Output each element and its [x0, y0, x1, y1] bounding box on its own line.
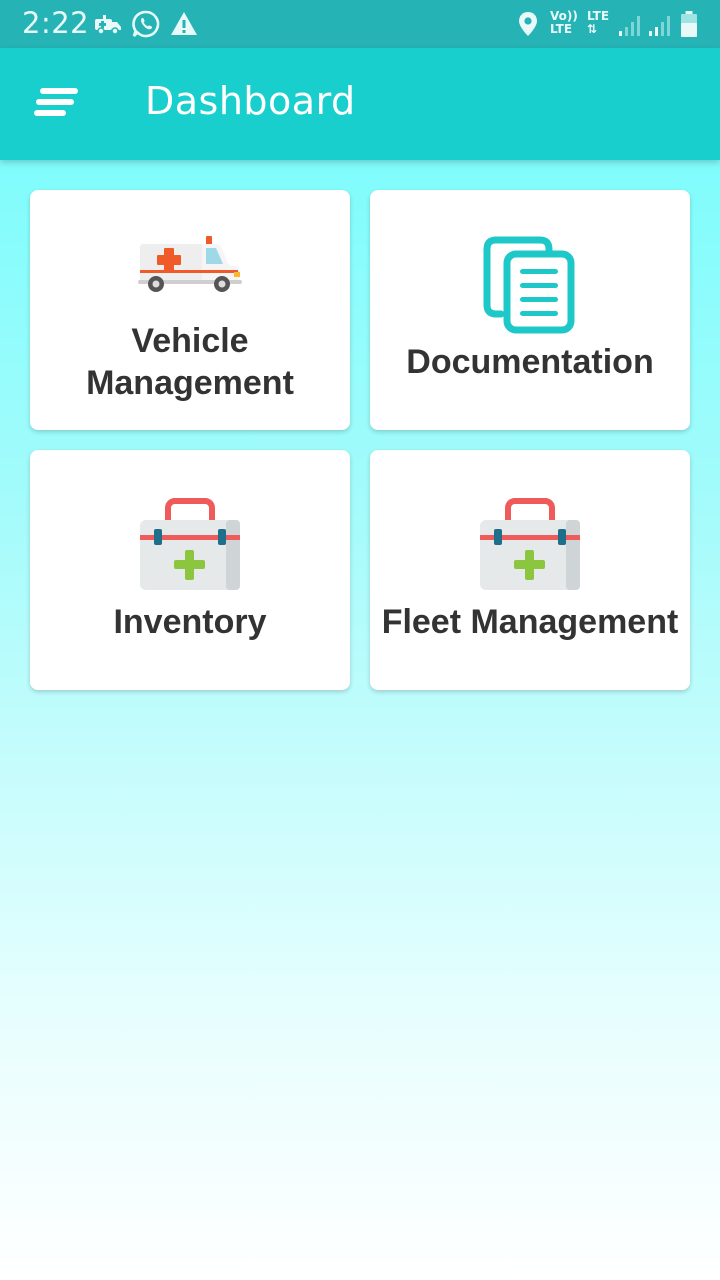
menu-button[interactable]	[28, 78, 84, 130]
menu-icon	[34, 88, 78, 116]
fleet-management-card[interactable]: Fleet Management	[370, 450, 690, 690]
card-label: Fleet Management	[381, 603, 679, 641]
location-icon	[519, 12, 537, 36]
inventory-card[interactable]: Inventory	[30, 450, 350, 690]
card-label: Inventory	[113, 603, 267, 641]
ambulance-notification-icon	[95, 15, 121, 35]
documentation-card[interactable]: Documentation	[370, 190, 690, 430]
status-time: 2:22	[22, 6, 90, 40]
card-label: Vehicle Management	[86, 322, 294, 402]
signal-1-icon	[619, 16, 640, 36]
documents-icon	[483, 236, 575, 334]
lte-data-icon: LTE ⇅	[587, 10, 613, 40]
battery-icon	[681, 11, 697, 37]
ambulance-icon	[138, 236, 242, 292]
dashboard-screen: 2:22 Vo)) LTE LTE ⇅ Dashboard Vehicle Ma…	[0, 0, 720, 1280]
volte-icon: Vo)) LTE	[550, 10, 580, 40]
warning-icon	[171, 12, 197, 35]
volte-label-bottom: LTE	[550, 22, 573, 36]
first-aid-kit-icon	[140, 498, 240, 590]
page-title: Dashboard	[145, 79, 356, 123]
card-label: Documentation	[406, 343, 654, 381]
first-aid-kit-icon	[480, 498, 580, 590]
signal-2-icon	[649, 16, 670, 36]
app-bar: Dashboard	[0, 48, 720, 160]
vehicle-management-card[interactable]: Vehicle Management	[30, 190, 350, 430]
status-bar: 2:22 Vo)) LTE LTE ⇅	[0, 0, 720, 48]
data-arrows-icon: ⇅	[587, 22, 598, 36]
whatsapp-icon	[132, 10, 160, 38]
